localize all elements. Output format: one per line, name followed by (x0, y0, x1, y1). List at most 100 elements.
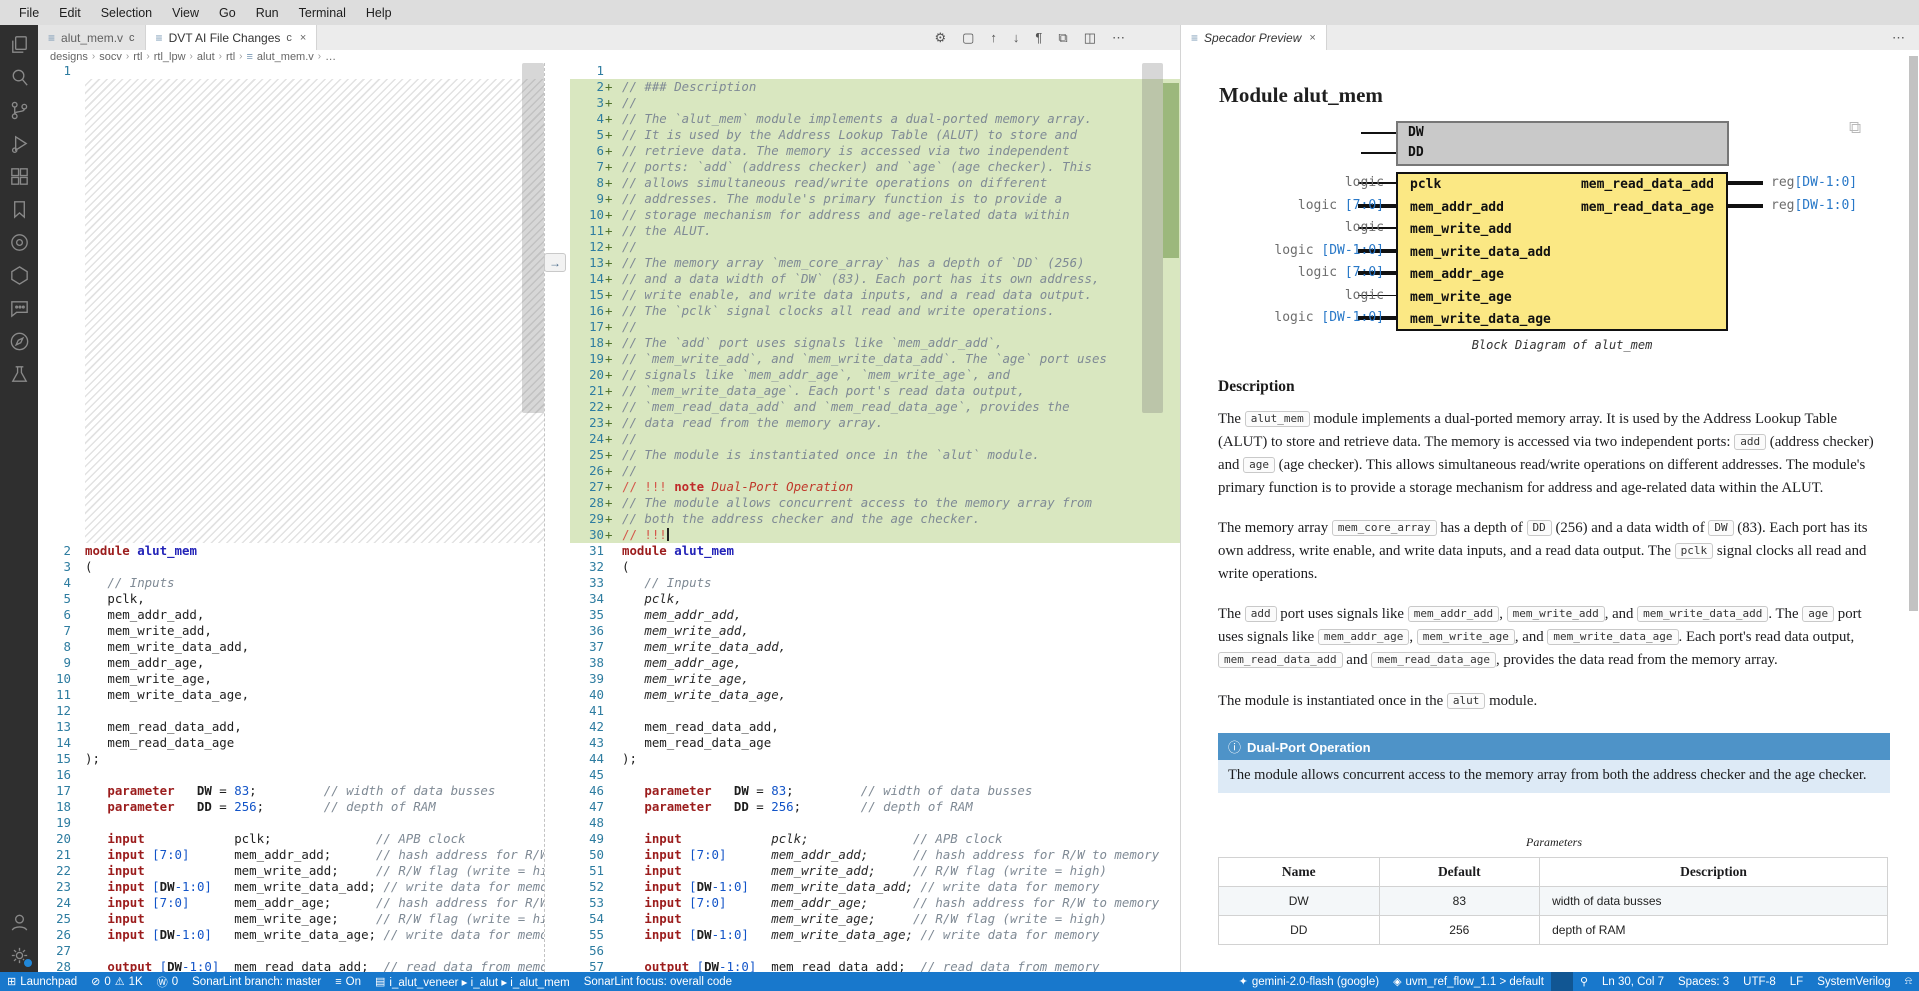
code-line[interactable]: 28+// The module allows concurrent acces… (570, 495, 1180, 511)
target-icon[interactable] (0, 226, 38, 259)
code-line[interactable]: 51 input mem_write_add; // R/W flag (wri… (570, 863, 1180, 879)
code-line[interactable]: 31 module alut_mem (570, 543, 1180, 559)
menu-view[interactable]: View (163, 3, 208, 23)
statusbar-indentation[interactable]: Spaces: 3 (1671, 972, 1736, 991)
menu-selection[interactable]: Selection (92, 3, 161, 23)
code-line[interactable]: 55 input [DW-1:0] mem_write_data_age; //… (570, 927, 1180, 943)
statusbar-project-config[interactable]: ◈uvm_ref_flow_1.1 > default (1386, 972, 1551, 991)
diff-modified-pane[interactable]: 1 2+// ### Description3+//4+// The `alut… (570, 63, 1180, 972)
code-line[interactable]: 52 input [DW-1:0] mem_write_data_add; //… (570, 879, 1180, 895)
breadcrumb-item[interactable]: designs (50, 51, 88, 63)
code-line[interactable]: 57 output [DW-1:0] mem_read_data_add; //… (570, 959, 1180, 972)
code-line[interactable]: 17 parameter DW = 83; // width of data b… (38, 783, 544, 799)
code-line[interactable]: 10 mem_write_age, (38, 671, 544, 687)
code-line[interactable]: 9 mem_addr_age, (38, 655, 544, 671)
split-editor-icon[interactable]: ◫ (1084, 30, 1096, 46)
bookmarks-icon[interactable] (0, 193, 38, 226)
code-line[interactable]: 12+// (570, 239, 1180, 255)
statusbar-notifications-bell-icon[interactable]: ⍾ (1898, 972, 1919, 991)
left-pane-scrollbar[interactable] (522, 63, 544, 413)
code-line[interactable]: 37 mem_write_data_add, (570, 639, 1180, 655)
code-line[interactable]: 11+// the ALUT. (570, 223, 1180, 239)
code-line[interactable]: 23 input [DW-1:0] mem_write_data_add; //… (38, 879, 544, 895)
code-line[interactable]: 23+// data read from the memory array. (570, 415, 1180, 431)
code-line[interactable]: 25 input mem_write_age; // R/W flag (wri… (38, 911, 544, 927)
code-line[interactable]: 3( (38, 559, 544, 575)
code-line[interactable]: 22 input mem_write_add; // R/W flag (wri… (38, 863, 544, 879)
code-line[interactable]: 6 mem_addr_add, (38, 607, 544, 623)
code-line[interactable]: 56 (570, 943, 1180, 959)
account-icon[interactable] (0, 906, 38, 939)
close-icon[interactable]: × (1309, 32, 1315, 44)
code-line[interactable]: 15+// write enable, and write data input… (570, 287, 1180, 303)
statusbar-search-status-icon[interactable]: ⚲ (1573, 972, 1595, 991)
settings-icon[interactable] (0, 939, 38, 972)
code-line[interactable]: 10+// storage mechanism for address and … (570, 207, 1180, 223)
preview-scrollbar[interactable] (1909, 56, 1918, 611)
code-line[interactable]: 7 mem_write_add, (38, 623, 544, 639)
statusbar-sonarlint-focus[interactable]: SonarLint focus: overall code (577, 972, 739, 991)
code-line[interactable]: 4 // Inputs (38, 575, 544, 591)
code-line[interactable]: 7+// ports: `add` (address checker) and … (570, 159, 1180, 175)
code-line[interactable]: 27+// !!! note Dual-Port Operation (570, 479, 1180, 495)
code-line[interactable]: 13 mem_read_data_add, (38, 719, 544, 735)
frame-icon[interactable]: ▢ (962, 30, 974, 46)
code-line[interactable]: 11 mem_write_data_age, (38, 687, 544, 703)
search-icon[interactable] (0, 61, 38, 94)
code-line[interactable]: 43 mem_read_data_age (570, 735, 1180, 751)
code-line[interactable]: 38 mem_addr_age, (570, 655, 1180, 671)
code-line[interactable]: 5 pclk, (38, 591, 544, 607)
code-line[interactable]: 2module alut_mem (38, 543, 544, 559)
code-line[interactable]: 41 (570, 703, 1180, 719)
code-line[interactable]: 9+// addresses. The module's primary fun… (570, 191, 1180, 207)
close-icon[interactable]: × (300, 32, 306, 44)
breadcrumb-item[interactable]: alut (197, 51, 215, 63)
statusbar-sonarlint-branch[interactable]: SonarLint branch: master (185, 972, 328, 991)
code-line[interactable]: 45 (570, 767, 1180, 783)
right-pane-scrollbar[interactable] (1142, 63, 1163, 413)
tab-dvt-ai-file-changes[interactable]: ≡DVT AI File Changesc× (146, 25, 318, 50)
breadcrumb-item[interactable]: rtl (133, 51, 142, 63)
code-line[interactable]: 44 ); (570, 751, 1180, 767)
code-line[interactable]: 16+// The `pclk` signal clocks all read … (570, 303, 1180, 319)
code-line[interactable]: 42 mem_read_data_add, (570, 719, 1180, 735)
code-line[interactable]: 16 (38, 767, 544, 783)
statusbar-notification-block[interactable] (1551, 972, 1573, 991)
code-line[interactable]: 19+// `mem_write_add`, and `mem_write_da… (570, 351, 1180, 367)
breadcrumb-item[interactable]: alut_mem.v (257, 51, 314, 63)
breadcrumb-item[interactable]: … (325, 51, 336, 63)
code-line[interactable]: 53 input [7:0] mem_addr_age; // hash add… (570, 895, 1180, 911)
code-line[interactable]: 49 input pclk; // APB clock (570, 831, 1180, 847)
breadcrumb-item[interactable]: rtl (226, 51, 235, 63)
code-line[interactable]: 46 parameter DW = 83; // width of data b… (570, 783, 1180, 799)
tab-specador-preview[interactable]: ≡Specador Preview× (1181, 25, 1327, 50)
menu-go[interactable]: Go (210, 3, 245, 23)
code-line[interactable]: 18 parameter DD = 256; // depth of RAM (38, 799, 544, 815)
run-debug-icon[interactable] (0, 127, 38, 160)
source-control-icon[interactable] (0, 94, 38, 127)
more-actions-icon[interactable]: ⋯ (1892, 30, 1905, 46)
settings-gear-icon[interactable]: ⚙ (934, 30, 946, 46)
statusbar-language-mode[interactable]: SystemVerilog (1810, 972, 1898, 991)
code-line[interactable]: 18+// The `add` port uses signals like `… (570, 335, 1180, 351)
statusbar-eol[interactable]: LF (1783, 972, 1810, 991)
code-line[interactable]: 48 (570, 815, 1180, 831)
code-line[interactable]: 14 mem_read_data_age (38, 735, 544, 751)
code-line[interactable]: 20 input pclk; // APB clock (38, 831, 544, 847)
code-line[interactable]: 26 input [DW-1:0] mem_write_data_age; //… (38, 927, 544, 943)
diff-revert-arrow-button[interactable]: → (544, 253, 566, 272)
menu-help[interactable]: Help (357, 3, 401, 23)
chat-icon[interactable] (0, 292, 38, 325)
code-line[interactable]: 26+// (570, 463, 1180, 479)
dvt-hexagon-icon[interactable] (0, 259, 38, 292)
code-line[interactable]: 15); (38, 751, 544, 767)
code-line[interactable]: 36 mem_write_add, (570, 623, 1180, 639)
code-line[interactable]: 33 // Inputs (570, 575, 1180, 591)
code-line[interactable]: 30+// !!! (570, 527, 1180, 543)
code-line[interactable]: 24 input [7:0] mem_addr_age; // hash add… (38, 895, 544, 911)
code-line[interactable]: 8+// allows simultaneous read/write oper… (570, 175, 1180, 191)
code-line[interactable]: 50 input [7:0] mem_addr_add; // hash add… (570, 847, 1180, 863)
code-line[interactable]: 1 (38, 63, 544, 79)
code-line[interactable]: 21+// `mem_write_data_age`. Each port's … (570, 383, 1180, 399)
code-line[interactable]: 12 (38, 703, 544, 719)
